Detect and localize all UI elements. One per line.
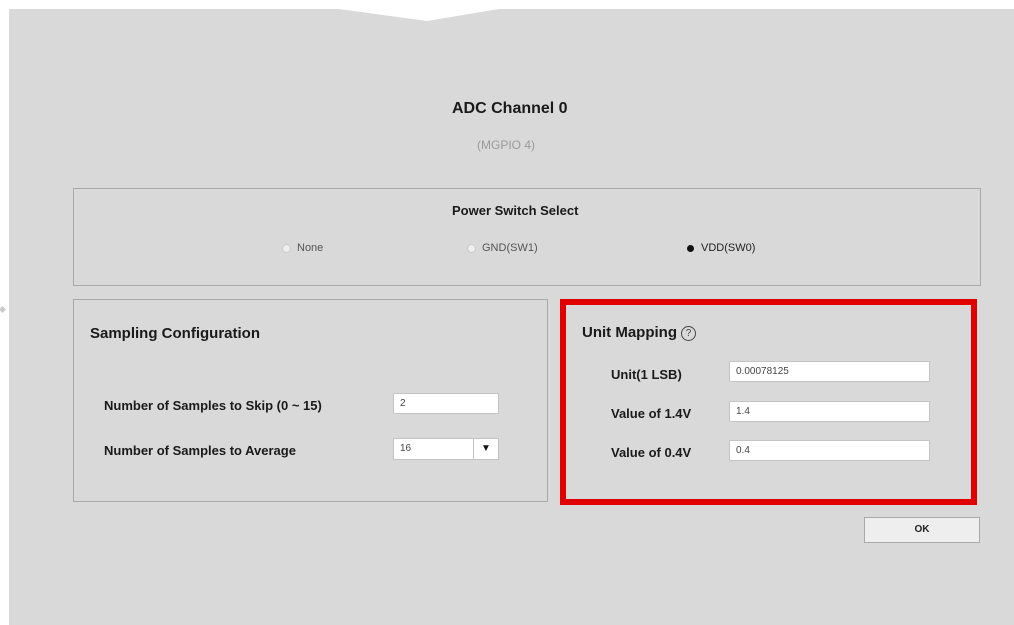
radio-none-label: None <box>297 242 324 254</box>
radio-vdd-sw0-indicator[interactable] <box>687 244 694 252</box>
unit-mapping-heading: Unit Mapping? <box>582 324 696 341</box>
samples-skip-input[interactable] <box>393 393 499 414</box>
value-0-4v-label: Value of 0.4V <box>611 445 692 460</box>
power-switch-heading: Power Switch Select <box>452 203 579 218</box>
adc-channel-dialog: ADC Channel 0 (MGPIO 4) Power Switch Sel… <box>9 9 1014 625</box>
page-edge-mark <box>0 305 7 314</box>
dropdown-arrow-icon[interactable]: ▼ <box>473 439 498 459</box>
power-switch-panel: Power Switch Select None GND(SW1) VDD(SW… <box>73 188 981 286</box>
unit-lsb-label: Unit(1 LSB) <box>611 367 682 382</box>
value-0-4v-input[interactable] <box>729 440 930 461</box>
unit-lsb-input[interactable] <box>729 361 930 382</box>
samples-average-select[interactable]: 16 ▼ <box>393 438 499 460</box>
paper-fold-decoration <box>339 9 499 21</box>
samples-average-label: Number of Samples to Average <box>104 443 296 458</box>
samples-skip-label: Number of Samples to Skip (0 ~ 15) <box>104 398 322 413</box>
radio-gnd-sw1-indicator[interactable] <box>467 243 476 253</box>
sampling-config-panel: Sampling Configuration Number of Samples… <box>73 299 548 502</box>
unit-mapping-panel: Unit Mapping? Unit(1 LSB) Value of 1.4V … <box>560 299 977 505</box>
value-1-4v-label: Value of 1.4V <box>611 406 692 421</box>
sampling-config-heading: Sampling Configuration <box>90 325 260 342</box>
samples-average-value: 16 <box>400 443 412 454</box>
radio-gnd-sw1[interactable]: GND(SW1) <box>467 242 538 254</box>
radio-none[interactable]: None <box>282 242 323 254</box>
ok-button[interactable]: OK <box>864 517 980 543</box>
radio-gnd-sw1-label: GND(SW1) <box>482 242 538 254</box>
value-1-4v-input[interactable] <box>729 401 930 422</box>
radio-vdd-sw0[interactable]: VDD(SW0) <box>687 242 755 254</box>
radio-none-indicator[interactable] <box>282 243 291 253</box>
unit-mapping-title: Unit Mapping <box>582 324 677 341</box>
help-icon[interactable]: ? <box>680 326 696 341</box>
radio-vdd-sw0-label: VDD(SW0) <box>701 242 756 254</box>
dialog-title: ADC Channel 0 <box>452 100 568 117</box>
dialog-subtitle: (MGPIO 4) <box>477 138 536 152</box>
